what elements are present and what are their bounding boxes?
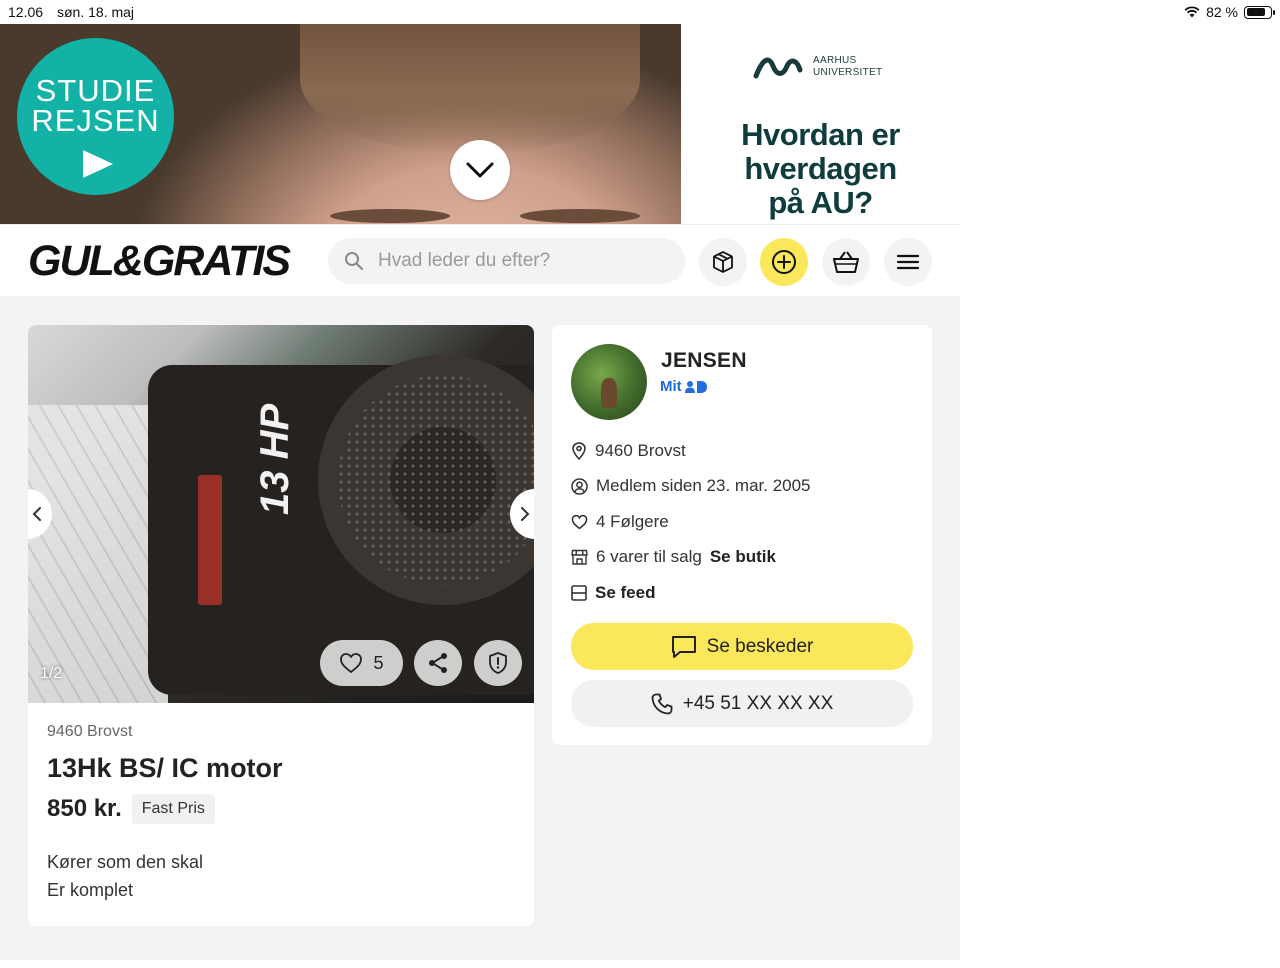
chevron-right-icon [521, 507, 530, 521]
seller-details: 9460 Brovst Medlem siden 23. mar. 2005 4… [571, 433, 913, 611]
ad-collapse-button[interactable] [450, 140, 510, 200]
search-input[interactable] [378, 250, 658, 272]
like-count: 5 [373, 652, 384, 673]
package-icon [713, 251, 733, 273]
search-icon [345, 252, 363, 270]
menu-button[interactable] [884, 238, 932, 286]
seller-avatar[interactable] [571, 344, 647, 420]
heart-icon [571, 514, 588, 530]
au-logo-mark-icon [753, 57, 803, 79]
phone-number: +45 51 XX XX XX [682, 692, 834, 714]
chevron-down-icon [466, 162, 494, 178]
see-messages-button[interactable]: Se beskeder [571, 623, 913, 670]
phone-icon [651, 693, 673, 714]
studie-logo-text: STUDIE REJSEN [31, 73, 160, 138]
see-feed-link[interactable]: Se feed [595, 583, 655, 603]
description-line: Er komplet [47, 880, 134, 900]
main-content: 13 HP 1/2 5 9460 Brovst 13Hk BS/ IC moto… [0, 296, 960, 960]
listing-photo[interactable]: 13 HP 1/2 5 [28, 325, 534, 703]
create-ad-button[interactable] [760, 238, 808, 286]
battery-percent: 82 % [1206, 4, 1238, 20]
listing-card: 13 HP 1/2 5 9460 Brovst 13Hk BS/ IC moto… [28, 325, 534, 926]
menu-icon [896, 254, 920, 270]
mitid-id-icon [684, 380, 707, 393]
battery-icon [1244, 5, 1275, 19]
ad-headline: Hvordan er hverdagen på AU? [741, 117, 900, 220]
status-date: søn. 18. maj [57, 4, 135, 20]
site-header: GUL&GRATIS [0, 224, 960, 296]
ad-banner[interactable]: STUDIE REJSEN AARHUS UNIVERSITET Hvordan e… [0, 24, 960, 224]
status-right: 82 % [1184, 4, 1275, 20]
section-heading-cut-off [28, 952, 228, 968]
au-logo-line1: AARHUS [813, 55, 857, 66]
call-seller-button[interactable]: +45 51 XX XX XX [571, 680, 913, 727]
feed-icon [571, 584, 587, 601]
play-icon [83, 150, 113, 178]
followers-count: 4 Følgere [596, 511, 669, 531]
price-row: 850 kr. Fast Pris [47, 794, 515, 824]
photo-counter: 1/2 [40, 665, 63, 682]
seller-name[interactable]: JENSEN [661, 349, 747, 373]
status-bar: 12.06 søn. 18. maj 82 % [0, 0, 1280, 24]
share-icon [429, 653, 447, 673]
my-packages-button[interactable] [699, 238, 747, 286]
mitid-label: Mit [660, 378, 682, 395]
followers-row[interactable]: 4 Følgere [571, 504, 913, 540]
member-since: Medlem siden 23. mar. 2005 [596, 476, 811, 496]
listing-description: Kører som den skal Er komplet [47, 848, 515, 904]
description-line: Kører som den skal [47, 852, 204, 872]
status-time: 12.06 [8, 4, 44, 20]
see-messages-label: Se beskeder [706, 635, 814, 657]
studie-rejsen-logo: STUDIE REJSEN [17, 38, 174, 195]
mitid-badge: Mit [660, 378, 707, 395]
items-for-sale: 6 varer til salg [596, 547, 702, 567]
photo-engine-label: 13 HP [253, 403, 297, 515]
shop-icon [571, 550, 588, 565]
site-logo[interactable]: GUL&GRATIS [28, 239, 291, 283]
listing-location: 9460 Brovst [47, 723, 133, 740]
seller-location: 9460 Brovst [595, 440, 686, 460]
chevron-left-icon [32, 507, 41, 521]
listing-info: 9460 Brovst 13Hk BS/ IC motor 850 kr. Fa… [47, 723, 515, 904]
add-icon [772, 250, 796, 274]
wifi-icon [1184, 6, 1200, 18]
message-icon [671, 635, 696, 658]
ad-photo: STUDIE REJSEN [0, 24, 681, 224]
user-circle-icon [571, 478, 588, 495]
share-button[interactable] [414, 640, 462, 686]
basket-icon [833, 251, 859, 273]
heart-icon [340, 653, 363, 673]
feed-row[interactable]: Se feed [571, 575, 913, 611]
listing-price: 850 kr. [47, 795, 122, 822]
au-logo-line2: UNIVERSITET [813, 67, 883, 78]
seller-card: JENSEN Mit 9460 Brovst Medlem siden 23. … [552, 325, 932, 745]
member-since-row: Medlem siden 23. mar. 2005 [571, 469, 913, 505]
report-button[interactable] [474, 640, 522, 686]
see-shop-link[interactable]: Se butik [710, 547, 776, 567]
seller-location-row: 9460 Brovst [571, 433, 913, 469]
au-logo: AARHUS UNIVERSITET [753, 54, 882, 80]
shield-alert-icon [489, 652, 507, 674]
ad-text-panel: AARHUS UNIVERSITET Hvordan er hverdagen p… [681, 24, 960, 224]
search-bar[interactable] [328, 238, 685, 284]
items-for-sale-row: 6 varer til salg Se butik [571, 540, 913, 576]
basket-button[interactable] [822, 238, 870, 286]
location-pin-icon [572, 441, 586, 460]
listing-title: 13Hk BS/ IC motor [47, 753, 283, 783]
price-type-badge: Fast Pris [131, 794, 215, 824]
like-button[interactable]: 5 [320, 640, 403, 686]
